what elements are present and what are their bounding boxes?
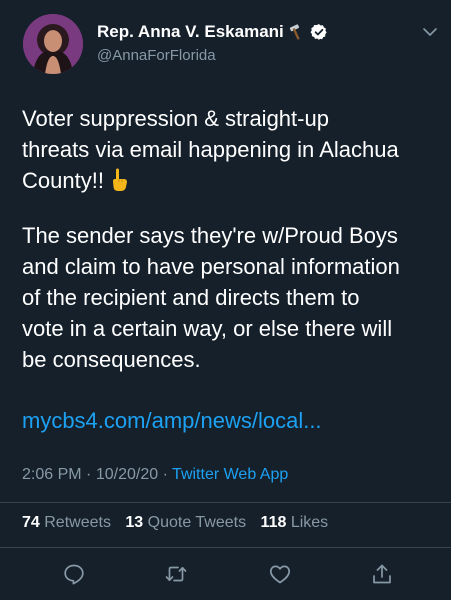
- tweet-line-text: County!!: [22, 168, 104, 193]
- tweet-paragraph-2: The sender says they're w/Proud Boys and…: [22, 220, 432, 375]
- tweet-line: be consequences.: [22, 347, 201, 372]
- likes-count: 118: [260, 514, 287, 531]
- likes-label: Likes: [290, 514, 329, 531]
- tweet-paragraph-1: Voter suppression & straight-up threats …: [22, 103, 432, 200]
- avatar-image: [23, 14, 83, 74]
- tweet-line: The sender says they're w/Proud Boys: [22, 223, 398, 248]
- chevron-down-icon[interactable]: [421, 25, 439, 39]
- tweet-source[interactable]: Twitter Web App: [172, 466, 288, 483]
- share-icon[interactable]: [370, 562, 394, 586]
- tweet-line: vote in a certain way, or else there wil…: [22, 316, 393, 341]
- tweet-date[interactable]: 10/20/20: [96, 466, 158, 483]
- quotes-label: Quote Tweets: [147, 514, 247, 531]
- hammer-icon: [288, 24, 306, 40]
- meta-separator: ·: [162, 466, 168, 483]
- divider: [0, 502, 451, 503]
- retweets-label: Retweets: [44, 514, 111, 531]
- divider: [0, 547, 451, 548]
- retweets-stat[interactable]: 74 Retweets: [22, 514, 111, 531]
- tweet-card: Rep. Anna V. Eskamani @AnnaForFlorida Vo…: [0, 0, 451, 600]
- pointing-down-hand-icon: [110, 168, 130, 200]
- tweet-link[interactable]: mycbs4.com/amp/news/local...: [22, 408, 322, 434]
- author-handle[interactable]: @AnnaForFlorida: [97, 47, 216, 64]
- like-icon[interactable]: [268, 562, 292, 586]
- likes-stat[interactable]: 118 Likes: [261, 514, 329, 531]
- tweet-line: County!!: [22, 165, 432, 200]
- tweet-time[interactable]: 2:06 PM: [22, 466, 82, 483]
- tweet-stats: 74 Retweets 13 Quote Tweets 118 Likes: [22, 514, 338, 532]
- quotes-count: 13: [125, 514, 144, 531]
- retweet-icon[interactable]: [164, 562, 188, 586]
- tweet-line: of the recipient and directs them to: [22, 285, 360, 310]
- tweet-line: Voter suppression & straight-up: [22, 106, 329, 131]
- author-display-name[interactable]: Rep. Anna V. Eskamani: [97, 22, 284, 42]
- tweet-meta: 2:06 PM · 10/20/20 · Twitter Web App: [22, 466, 288, 484]
- reply-icon[interactable]: [62, 562, 86, 586]
- quote-tweets-stat[interactable]: 13 Quote Tweets: [125, 514, 246, 531]
- avatar[interactable]: [23, 14, 83, 74]
- author-name-row: Rep. Anna V. Eskamani: [97, 21, 328, 43]
- retweets-count: 74: [22, 514, 40, 531]
- verified-badge-icon: [310, 23, 328, 41]
- meta-separator: ·: [86, 466, 92, 483]
- tweet-line: and claim to have personal information: [22, 254, 400, 279]
- tweet-line: threats via email happening in Alachua: [22, 137, 399, 162]
